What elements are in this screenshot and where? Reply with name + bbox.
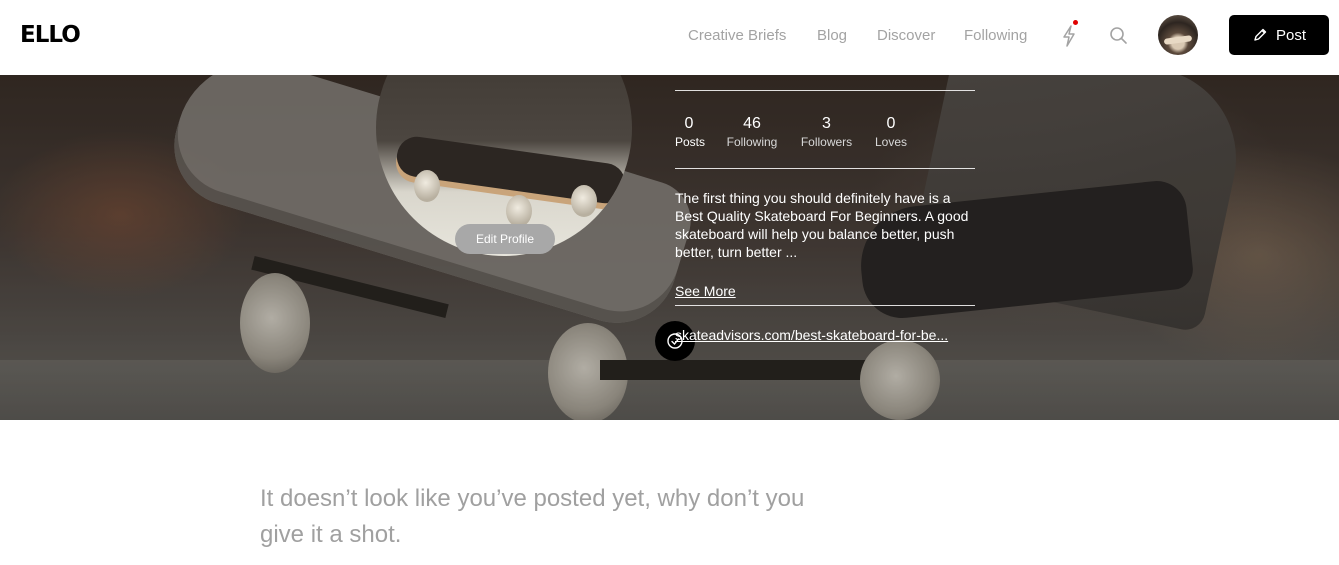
stats-top-divider <box>675 90 975 91</box>
profile-picture-wheel <box>571 185 597 217</box>
edit-profile-button[interactable]: Edit Profile <box>455 224 555 254</box>
nav-blog[interactable]: Blog <box>817 27 847 44</box>
stat-following-value: 46 <box>743 115 761 132</box>
stat-loves-value: 0 <box>886 115 896 132</box>
profile-website-link[interactable]: skateadvisors.com/best-skateboard-for-be… <box>675 327 975 343</box>
post-button[interactable]: Post <box>1229 15 1329 55</box>
profile-picture-wheel <box>506 195 532 227</box>
top-nav-bar: ELLO Creative Briefs Blog Discover Follo… <box>0 0 1339 75</box>
nav-following[interactable]: Following <box>964 27 1027 44</box>
stat-posts[interactable]: 0 Posts <box>675 114 706 150</box>
nav-creative-briefs[interactable]: Creative Briefs <box>688 27 786 44</box>
stat-following[interactable]: 46 Following <box>726 114 778 150</box>
notification-dot <box>1073 20 1078 25</box>
see-more-link[interactable]: See More <box>675 283 736 299</box>
notifications-bolt-icon[interactable] <box>1059 24 1079 48</box>
pencil-icon <box>1254 28 1267 41</box>
stat-followers[interactable]: 3 Followers <box>800 114 853 150</box>
profile-picture-wheel <box>414 170 440 202</box>
stat-loves[interactable]: 0 Loves <box>875 114 907 150</box>
search-icon[interactable] <box>1108 25 1130 47</box>
user-avatar[interactable] <box>1158 15 1198 55</box>
stat-following-label: Following <box>726 135 778 149</box>
empty-posts-message: It doesn’t look like you’ve posted yet, … <box>260 485 805 548</box>
profile-link-row: skateadvisors.com/best-skateboard-for-be… <box>655 321 985 361</box>
link-divider <box>675 305 975 306</box>
stat-followers-label: Followers <box>800 135 853 149</box>
stat-posts-label: Posts <box>675 135 706 149</box>
stat-posts-value: 0 <box>684 115 694 132</box>
post-button-label: Post <box>1275 26 1306 44</box>
stats-bottom-divider <box>675 168 975 169</box>
ello-logo[interactable]: ELLO <box>20 22 81 48</box>
stat-followers-value: 3 <box>822 115 831 132</box>
cover-shade <box>0 75 1339 420</box>
profile-bio: The first thing you should definitely ha… <box>675 190 969 260</box>
nav-discover[interactable]: Discover <box>877 27 935 44</box>
profile-cover-image: Edit Profile 0 Posts 46 Following 3 Foll… <box>0 75 1339 420</box>
stat-loves-label: Loves <box>875 135 908 149</box>
